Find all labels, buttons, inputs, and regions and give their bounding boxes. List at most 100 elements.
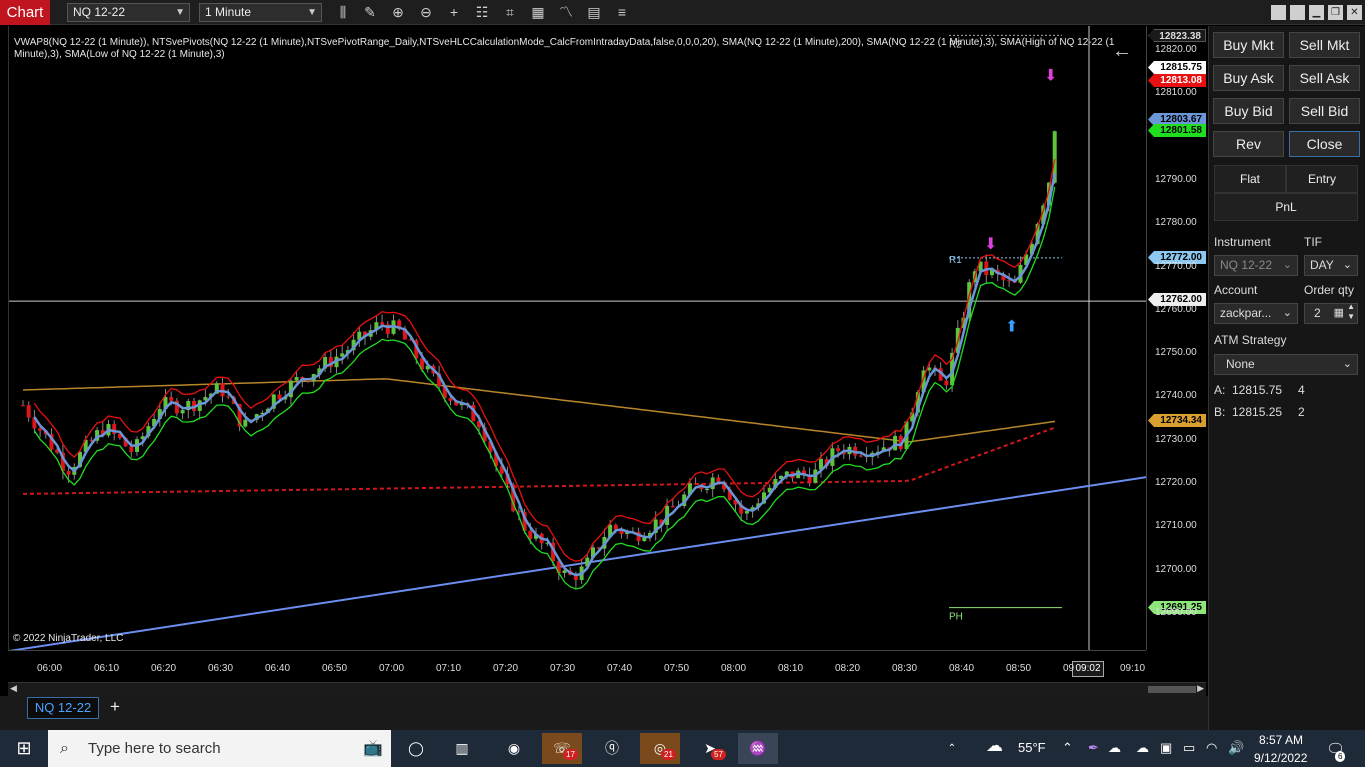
restore-icon[interactable]: ❐ bbox=[1328, 5, 1343, 20]
indicator-icon[interactable]: 〽 bbox=[556, 3, 576, 22]
candle-body bbox=[26, 405, 31, 418]
price-tick-label: 12780.00 bbox=[1155, 217, 1197, 229]
bid-price: 12815.25 bbox=[1232, 405, 1283, 419]
zoom-in-icon[interactable]: ⊕ bbox=[388, 3, 408, 22]
buy-ask-button[interactable]: Buy Ask bbox=[1213, 65, 1284, 91]
properties-icon[interactable]: ☷ bbox=[472, 3, 492, 22]
scroll-thumb[interactable] bbox=[1148, 686, 1196, 693]
zoom-out-icon[interactable]: ⊖ bbox=[416, 3, 436, 22]
crosshair-icon[interactable]: + bbox=[444, 3, 464, 22]
close-position-button[interactable]: Close bbox=[1289, 131, 1360, 157]
interval-selector-value: 1 Minute bbox=[205, 5, 252, 19]
onedrive-icon[interactable]: ☁ bbox=[1108, 740, 1121, 756]
time-tick-label: 08:30 bbox=[892, 663, 918, 674]
order-qty-input[interactable]: 2 ▦ ▲ ▼ bbox=[1304, 302, 1358, 324]
trendline bbox=[9, 476, 1147, 650]
weather-temp[interactable]: 55°F bbox=[1018, 740, 1046, 755]
account-label: Account bbox=[1214, 283, 1258, 297]
price-chart[interactable]: R1R2PH⬇⬇⬆ bbox=[9, 26, 1147, 650]
clock-time[interactable]: 8:57 AM bbox=[1259, 733, 1303, 747]
battery-icon[interactable]: ▭ bbox=[1183, 740, 1195, 756]
strategy-icon[interactable]: ⌗ bbox=[500, 3, 520, 22]
task-view-icon[interactable]: ◯ bbox=[396, 733, 436, 764]
chrome-icon[interactable]: ◎ bbox=[640, 733, 680, 764]
instrument-label: Instrument bbox=[1214, 235, 1271, 249]
signal-down-arrow: ⬇ bbox=[1044, 65, 1057, 84]
sma-high-line bbox=[33, 159, 1056, 562]
calculator-icon[interactable]: ▦ bbox=[1334, 304, 1344, 323]
time-tick-label: 06:40 bbox=[265, 663, 291, 674]
time-tick-label: 08:00 bbox=[721, 663, 747, 674]
tif-dropdown[interactable]: DAY ⌄ bbox=[1304, 255, 1358, 276]
time-axis[interactable] bbox=[8, 650, 1146, 682]
draw-pencil-icon[interactable]: ✎ bbox=[360, 3, 380, 22]
time-tick-label: 06:00 bbox=[37, 663, 63, 674]
flat-display: Flat bbox=[1214, 165, 1286, 193]
telegram-icon[interactable]: ➤ bbox=[690, 733, 730, 764]
wifi-icon[interactable]: ◠ bbox=[1206, 740, 1217, 756]
clock-date[interactable]: 9/12/2022 bbox=[1254, 751, 1307, 765]
buy-bid-button[interactable]: Buy Bid bbox=[1213, 98, 1284, 124]
close-icon[interactable]: ✕ bbox=[1347, 5, 1362, 20]
price-tick-label: 12710.00 bbox=[1155, 520, 1197, 532]
horizontal-scrollbar[interactable]: ◀ ▶ bbox=[8, 682, 1206, 696]
atm-strategy-value: None bbox=[1226, 357, 1255, 371]
badge-sma-high: 12813.08 bbox=[1148, 74, 1206, 87]
price-tick-label: 12760.00 bbox=[1155, 303, 1197, 315]
windows-start-icon[interactable]: ⊞ bbox=[4, 733, 44, 764]
add-tab-button[interactable]: + bbox=[103, 697, 127, 719]
cloud-sync-icon[interactable]: ☁ bbox=[1136, 740, 1149, 756]
chart-panel[interactable]: R1 R2 PH ⬇ ⬇ ⬆ bbox=[8, 26, 1147, 650]
price-tick-label: 12700.00 bbox=[1155, 563, 1197, 575]
taskbar-search-input[interactable]: Type here to search ⌕ 📺 bbox=[48, 730, 391, 767]
buy-market-button[interactable]: Buy Mkt bbox=[1213, 32, 1284, 58]
price-tick-label: 12770.00 bbox=[1155, 260, 1197, 272]
scroll-right-icon[interactable]: ▶ bbox=[1197, 683, 1204, 694]
template-icon[interactable]: ▤ bbox=[584, 3, 604, 22]
atm-strategy-dropdown[interactable]: None ⌄ bbox=[1214, 354, 1358, 375]
volume-icon[interactable]: 🔊 bbox=[1228, 740, 1244, 756]
app-icon[interactable]: ◉ bbox=[494, 733, 534, 764]
back-arrow-icon[interactable]: ← bbox=[1112, 40, 1132, 63]
search-highlight-icon[interactable]: 📺 bbox=[363, 730, 383, 767]
sell-market-button[interactable]: Sell Mkt bbox=[1289, 32, 1360, 58]
qbittorrent-icon[interactable]: ⓠ bbox=[592, 733, 632, 764]
price-tick-label: 12730.00 bbox=[1155, 433, 1197, 445]
scroll-left-icon[interactable]: ◀ bbox=[10, 683, 17, 694]
candle-body bbox=[180, 410, 185, 414]
candle-body bbox=[716, 477, 721, 482]
pen-icon[interactable]: ✒ bbox=[1088, 740, 1099, 756]
bars-icon[interactable]: ⫼ bbox=[333, 3, 353, 22]
candle-body bbox=[226, 396, 231, 398]
chevron-down-icon: ⌄ bbox=[1342, 358, 1352, 370]
instrument-dropdown[interactable]: NQ 12-22 ⌄ bbox=[1214, 255, 1298, 276]
interval-selector[interactable]: 1 Minute ▼ bbox=[199, 3, 322, 22]
ninjatrader-icon[interactable]: ♒ bbox=[738, 733, 778, 764]
reverse-button[interactable]: Rev bbox=[1213, 131, 1284, 157]
sell-bid-button[interactable]: Sell Bid bbox=[1289, 98, 1360, 124]
minimize-icon[interactable]: ▁ bbox=[1309, 5, 1324, 20]
menu-icon[interactable]: ≡ bbox=[612, 3, 632, 22]
chevron-down-icon[interactable]: ⌃ bbox=[940, 733, 964, 764]
tab-nq-12-22[interactable]: NQ 12-22 bbox=[27, 697, 99, 719]
chevron-down-icon: ⌄ bbox=[1282, 307, 1292, 319]
maximize-pane-icon[interactable] bbox=[1290, 5, 1305, 20]
whatsapp-icon[interactable]: ☏ bbox=[542, 733, 582, 764]
chevron-down-icon: ▼ bbox=[307, 7, 317, 18]
candle-body bbox=[705, 489, 709, 491]
time-tick-label: 06:50 bbox=[322, 663, 348, 674]
show-hidden-icons-icon[interactable]: ⌃ bbox=[1062, 740, 1073, 756]
restore-pane-icon[interactable] bbox=[1271, 5, 1286, 20]
account-dropdown[interactable]: zackpar... ⌄ bbox=[1214, 303, 1298, 324]
sell-ask-button[interactable]: Sell Ask bbox=[1289, 65, 1360, 91]
widgets-icon[interactable]: ▥ bbox=[442, 733, 482, 764]
display-icon[interactable]: ▣ bbox=[1160, 740, 1172, 756]
candle-body bbox=[836, 448, 841, 451]
chart-style-icon[interactable]: ▦ bbox=[528, 3, 548, 22]
qty-stepper-icon[interactable]: ▲ ▼ bbox=[1347, 302, 1355, 322]
instrument-selector[interactable]: NQ 12-22 ▼ bbox=[67, 3, 190, 22]
price-tick-label: 12690.00 bbox=[1155, 607, 1197, 618]
cloud-icon[interactable]: ☁ bbox=[986, 736, 1003, 756]
candle-body bbox=[893, 435, 898, 451]
chevron-down-icon: ⌄ bbox=[1342, 259, 1352, 271]
